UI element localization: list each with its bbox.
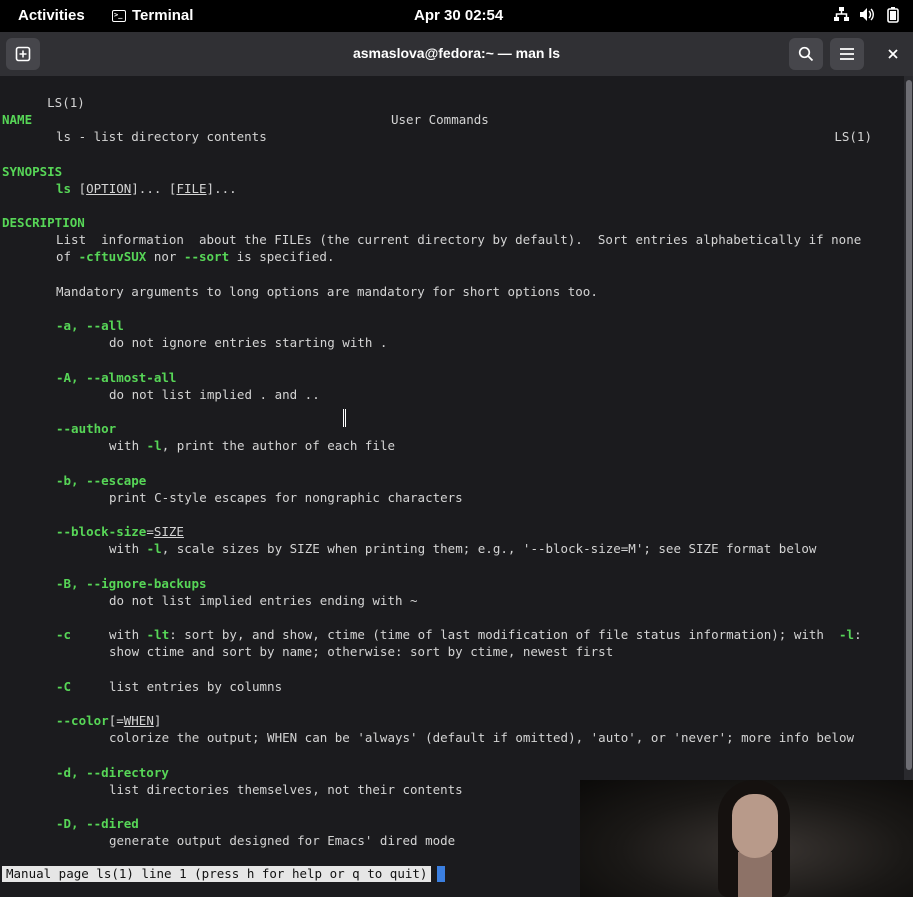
man-header-center: User Commands bbox=[391, 112, 489, 127]
option-c-desc-1: with -lt: sort by, and show, ctime (time… bbox=[109, 627, 862, 642]
header-bar: asmaslova@fedora:~ — man ls bbox=[0, 32, 913, 76]
text-cursor bbox=[437, 866, 445, 882]
menu-button[interactable] bbox=[830, 38, 864, 70]
option-block-size-flag: --block-size=SIZE bbox=[56, 524, 184, 539]
volume-icon bbox=[859, 7, 875, 23]
option-escape-flag: -b, --escape bbox=[56, 473, 147, 488]
option-c-flag: -c bbox=[56, 627, 72, 642]
option-dired-flag: -D, --dired bbox=[56, 816, 139, 831]
option-ignore-backups-flag: -B, --ignore-backups bbox=[56, 576, 207, 591]
system-tray[interactable] bbox=[833, 7, 901, 23]
activities-button[interactable]: Activities bbox=[18, 7, 85, 24]
option-dired-desc: generate output designed for Emacs' dire… bbox=[109, 833, 456, 848]
option-author-desc: with -l, print the author of each file bbox=[109, 438, 395, 453]
description-line-1: List information about the FILEs (the cu… bbox=[56, 232, 862, 247]
option-almost-all-flag: -A, --almost-all bbox=[56, 370, 177, 385]
synopsis-heading: SYNOPSIS bbox=[2, 164, 63, 179]
search-button[interactable] bbox=[789, 38, 823, 70]
mouse-ibeam-cursor-icon bbox=[343, 409, 346, 427]
option-directory-flag: -d, --directory bbox=[56, 765, 169, 780]
option-all-flag: -a, --all bbox=[56, 318, 124, 333]
terminal-icon: >_ bbox=[112, 9, 126, 22]
network-icon bbox=[833, 7, 849, 23]
close-icon bbox=[888, 49, 898, 59]
description-heading: DESCRIPTION bbox=[2, 215, 85, 230]
mandatory-note: Mandatory arguments to long options are … bbox=[56, 284, 598, 299]
battery-icon bbox=[885, 7, 901, 23]
option-C-desc: list entries by columns bbox=[109, 679, 283, 694]
app-menu-button[interactable]: >_ Terminal bbox=[112, 7, 193, 24]
option-ignore-backups-desc: do not list implied entries ending with … bbox=[109, 593, 418, 608]
man-header: LS(1) User Commands LS(1) bbox=[2, 77, 900, 144]
option-block-size-desc: with -l, scale sizes by SIZE when printi… bbox=[109, 541, 817, 556]
pager-status-line: Manual page ls(1) line 1 (press h for he… bbox=[2, 866, 432, 882]
option-C-flag: -C bbox=[56, 679, 72, 694]
search-icon bbox=[798, 46, 814, 62]
option-color-desc: colorize the output; WHEN can be 'always… bbox=[109, 730, 855, 745]
webcam-person-neck bbox=[738, 852, 772, 897]
window-title: asmaslova@fedora:~ — man ls bbox=[352, 45, 560, 61]
app-menu-label: Terminal bbox=[132, 7, 194, 24]
webcam-person-face bbox=[732, 794, 778, 858]
clock-button[interactable]: Apr 30 02:54 bbox=[414, 7, 503, 24]
option-almost-all-desc: do not list implied . and .. bbox=[109, 387, 320, 402]
scrollbar-thumb[interactable] bbox=[906, 80, 912, 770]
option-c-desc-2: show ctime and sort by name; otherwise: … bbox=[109, 644, 614, 659]
option-all-desc: do not ignore entries starting with . bbox=[109, 335, 388, 350]
gnome-top-bar: Activities >_ Terminal Apr 30 02:54 bbox=[0, 0, 913, 32]
option-author-flag: --author bbox=[56, 421, 117, 436]
terminal-window: asmaslova@fedora:~ — man ls LS(1) User C… bbox=[0, 32, 913, 897]
hamburger-menu-icon bbox=[840, 48, 854, 60]
description-line-2: of -cftuvSUX nor --sort is specified. bbox=[56, 249, 335, 264]
scrollbar[interactable] bbox=[904, 76, 913, 781]
close-button[interactable] bbox=[876, 38, 910, 70]
option-color-flag: --color[=WHEN] bbox=[56, 713, 162, 728]
name-text: ls - list directory contents bbox=[56, 129, 267, 144]
option-escape-desc: print C-style escapes for nongraphic cha… bbox=[109, 490, 463, 505]
man-header-right: LS(1) bbox=[834, 129, 872, 144]
terminal-content[interactable]: LS(1) User Commands LS(1) NAME ls - list… bbox=[0, 76, 904, 897]
synopsis-text: ls [OPTION]... [FILE]... bbox=[56, 181, 237, 196]
man-header-left: LS(1) bbox=[47, 95, 85, 110]
name-heading: NAME bbox=[2, 112, 33, 127]
webcam-overlay bbox=[580, 780, 913, 897]
option-directory-desc: list directories themselves, not their c… bbox=[109, 782, 463, 797]
